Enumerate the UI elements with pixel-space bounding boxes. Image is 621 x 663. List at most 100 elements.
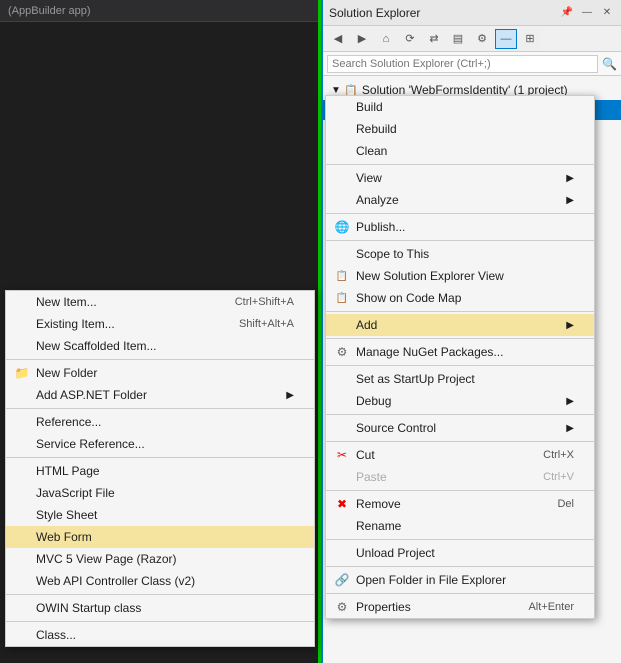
new-item-label: New Item... [36,295,97,309]
menu-mvc-view[interactable]: MVC 5 View Page (Razor) [6,548,314,570]
source-control-arrow: ▶ [566,423,574,434]
arrow-icon: ▶ [286,390,294,401]
rcm-code-map[interactable]: 📋 Show on Code Map [326,287,594,309]
menu-webapi[interactable]: Web API Controller Class (v2) [6,570,314,592]
menu-owin[interactable]: OWIN Startup class [6,597,314,619]
paste-shortcut: Ctrl+V [523,471,574,483]
rcm-sep-9 [326,490,594,491]
web-form-label: Web Form [36,530,92,544]
service-reference-label: Service Reference... [36,437,145,451]
rcm-debug[interactable]: Debug ▶ [326,390,594,412]
new-se-view-label: New Solution Explorer View [356,269,504,283]
sync-btn[interactable]: ⇄ [423,29,445,49]
menu-new-item[interactable]: New Item... Ctrl+Shift+A [6,291,314,313]
rcm-clean[interactable]: Clean [326,140,594,162]
paste-label: Paste [356,470,387,484]
rcm-scope[interactable]: Scope to This [326,243,594,265]
rcm-build[interactable]: Build [326,96,594,118]
search-input[interactable] [327,55,598,73]
menu-reference[interactable]: Reference... [6,411,314,433]
active-btn[interactable]: — [495,29,517,49]
remove-label: Remove [356,497,401,511]
nuget-icon: ⚙ [334,344,350,360]
code-map-icon: 📋 [334,290,350,306]
rcm-open-folder[interactable]: 🔗 Open Folder in File Explorer [326,569,594,591]
menu-web-form[interactable]: Web Form [6,526,314,548]
mvc-view-label: MVC 5 View Page (Razor) [36,552,177,566]
rcm-sep-3 [326,240,594,241]
menu-existing-item[interactable]: Existing Item... Shift+Alt+A [6,313,314,335]
add-arrow: ▶ [566,320,574,331]
new-folder-label: New Folder [36,366,97,380]
rcm-sep-4 [326,311,594,312]
rcm-cut[interactable]: ✂ Cut Ctrl+X [326,444,594,466]
rcm-publish[interactable]: 🌐 Publish... [326,216,594,238]
rename-label: Rename [356,519,401,533]
menu-js-file[interactable]: JavaScript File [6,482,314,504]
se-search: 🔍 [323,52,621,76]
context-menu-left: New Item... Ctrl+Shift+A Existing Item..… [5,290,315,647]
rcm-sep-10 [326,539,594,540]
properties-shortcut: Alt+Enter [508,601,574,613]
existing-item-label: Existing Item... [36,317,115,331]
pin-icon[interactable]: 📌 [559,5,575,21]
rcm-sep-8 [326,441,594,442]
back-btn[interactable]: ◀ [327,29,349,49]
rcm-sep-5 [326,338,594,339]
rcm-add[interactable]: Add ▶ [326,314,594,336]
home-btn[interactable]: ⌂ [375,29,397,49]
separator-1 [6,359,314,360]
rcm-analyze[interactable]: Analyze ▶ [326,189,594,211]
source-control-label: Source Control [356,421,436,435]
rcm-rebuild[interactable]: Rebuild [326,118,594,140]
se-title-bar: Solution Explorer 📌 — ✕ [323,0,621,26]
rcm-new-se-view[interactable]: 📋 New Solution Explorer View [326,265,594,287]
cut-icon: ✂ [334,447,350,463]
refresh-btn[interactable]: ⟳ [399,29,421,49]
rcm-source-control[interactable]: Source Control ▶ [326,417,594,439]
owin-label: OWIN Startup class [36,601,141,615]
analyze-label: Analyze [356,193,399,207]
separator-3 [6,457,314,458]
rcm-startup[interactable]: Set as StartUp Project [326,368,594,390]
se-toolbar: ◀ ▶ ⌂ ⟳ ⇄ ▤ ⚙ — ⊞ [323,26,621,52]
rcm-paste[interactable]: Paste Ctrl+V [326,466,594,488]
publish-label: Publish... [356,220,405,234]
separator-4 [6,594,314,595]
folder-explorer-icon: 🔗 [334,572,350,588]
remove-shortcut: Del [537,498,574,510]
rcm-sep-11 [326,566,594,567]
filter-btn[interactable]: ▤ [447,29,469,49]
existing-item-shortcut: Shift+Alt+A [219,318,294,330]
webapi-label: Web API Controller Class (v2) [36,574,195,588]
menu-new-folder[interactable]: 📁 New Folder [6,362,314,384]
rcm-sep-6 [326,365,594,366]
rcm-remove[interactable]: ✖ Remove Del [326,493,594,515]
js-file-label: JavaScript File [36,486,115,500]
menu-class[interactable]: Class... [6,624,314,646]
view-label: View [356,171,382,185]
new-se-view-icon: 📋 [334,268,350,284]
minimize-icon[interactable]: — [579,5,595,21]
menu-aspnet-folder[interactable]: Add ASP.NET Folder ▶ [6,384,314,406]
search-icon: 🔍 [602,57,617,71]
expand-btn[interactable]: ⊞ [519,29,541,49]
clean-label: Clean [356,144,387,158]
rcm-properties[interactable]: ⚙ Properties Alt+Enter [326,596,594,618]
rcm-sep-2 [326,213,594,214]
settings-btn[interactable]: ⚙ [471,29,493,49]
close-icon[interactable]: ✕ [599,5,615,21]
rcm-view[interactable]: View ▶ [326,167,594,189]
add-label: Add [356,318,377,332]
forward-btn[interactable]: ▶ [351,29,373,49]
menu-html-page[interactable]: HTML Page [6,460,314,482]
rcm-nuget[interactable]: ⚙ Manage NuGet Packages... [326,341,594,363]
menu-scaffolded-item[interactable]: New Scaffolded Item... [6,335,314,357]
menu-style-sheet[interactable]: Style Sheet [6,504,314,526]
scaffolded-item-label: New Scaffolded Item... [36,339,157,353]
debug-label: Debug [356,394,391,408]
rcm-rename[interactable]: Rename [326,515,594,537]
left-title-bar: (AppBuilder app) [0,0,319,22]
rcm-unload[interactable]: Unload Project [326,542,594,564]
menu-service-reference[interactable]: Service Reference... [6,433,314,455]
